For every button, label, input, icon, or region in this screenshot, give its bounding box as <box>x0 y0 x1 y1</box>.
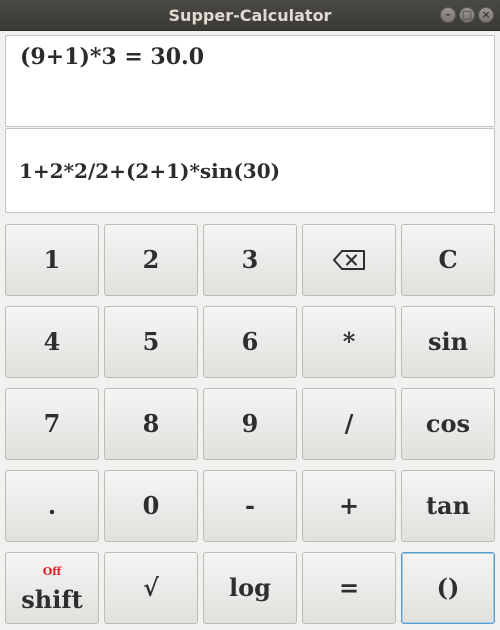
key-2[interactable]: 2 <box>104 224 198 296</box>
log-button[interactable]: log <box>203 552 297 624</box>
plus-button[interactable]: + <box>302 470 396 542</box>
divide-button[interactable]: / <box>302 388 396 460</box>
minus-button[interactable]: - <box>203 470 297 542</box>
window-title: Supper-Calculator <box>168 6 332 25</box>
shift-button[interactable]: Off shift <box>5 552 99 624</box>
multiply-button[interactable]: * <box>302 306 396 378</box>
sin-button[interactable]: sin <box>401 306 495 378</box>
cos-button[interactable]: cos <box>401 388 495 460</box>
key-9[interactable]: 9 <box>203 388 297 460</box>
key-1[interactable]: 1 <box>5 224 99 296</box>
shift-label: shift <box>21 585 83 614</box>
key-4[interactable]: 4 <box>5 306 99 378</box>
backspace-button[interactable] <box>302 224 396 296</box>
key-7[interactable]: 7 <box>5 388 99 460</box>
sqrt-button[interactable]: √ <box>104 552 198 624</box>
key-8[interactable]: 8 <box>104 388 198 460</box>
key-0[interactable]: 0 <box>104 470 198 542</box>
minimize-button[interactable]: – <box>440 7 456 23</box>
key-5[interactable]: 5 <box>104 306 198 378</box>
backspace-icon <box>333 249 365 270</box>
shift-state-label: Off <box>42 565 62 578</box>
clear-button[interactable]: C <box>401 224 495 296</box>
parentheses-button[interactable]: () <box>401 552 495 624</box>
expression-text: 1+2*2/2+(2+1)*sin(30) <box>19 159 281 183</box>
key-3[interactable]: 3 <box>203 224 297 296</box>
result-text: (9+1)*3 = 30.0 <box>20 44 205 70</box>
expression-input[interactable]: 1+2*2/2+(2+1)*sin(30) <box>5 128 495 213</box>
key-6[interactable]: 6 <box>203 306 297 378</box>
tan-button[interactable]: tan <box>401 470 495 542</box>
title-bar: Supper-Calculator – □ × <box>0 0 500 31</box>
result-display: (9+1)*3 = 30.0 <box>5 35 495 127</box>
decimal-point-button[interactable]: . <box>5 470 99 542</box>
close-button[interactable]: × <box>478 7 494 23</box>
equals-button[interactable]: = <box>302 552 396 624</box>
maximize-button[interactable]: □ <box>459 7 475 23</box>
